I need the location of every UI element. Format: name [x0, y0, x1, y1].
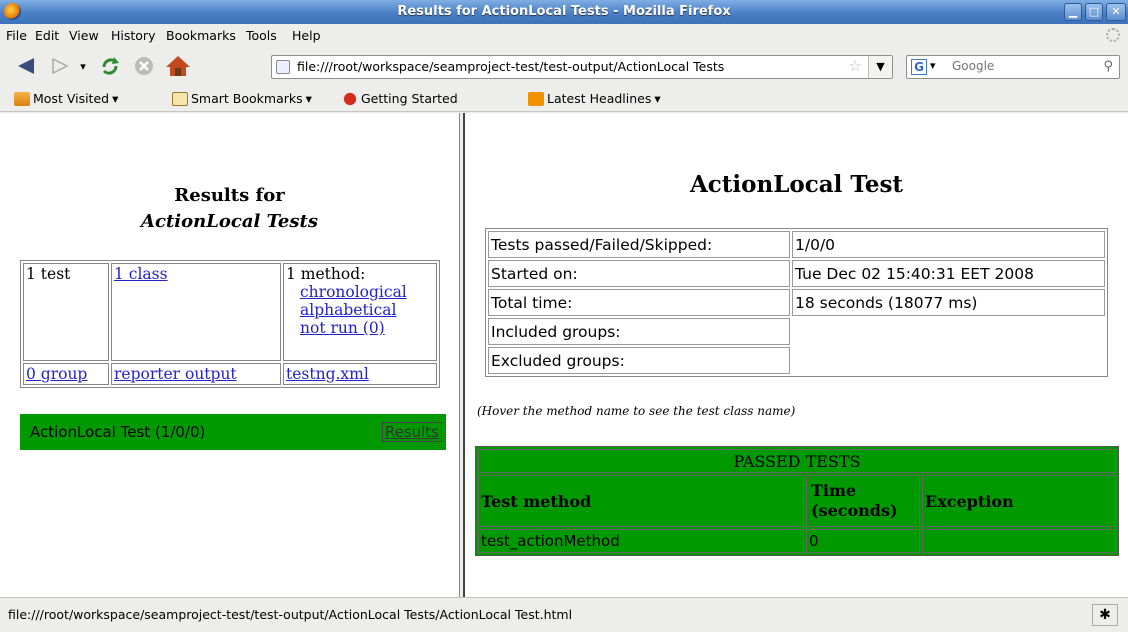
search-magnifier-icon[interactable]: ⚲	[1103, 59, 1113, 74]
groups-link[interactable]: 0 group	[26, 365, 87, 383]
forward-button[interactable]	[46, 53, 72, 79]
test-result-label: ActionLocal Test (1/0/0)	[30, 423, 206, 441]
not-run-link[interactable]: not run (0)	[300, 319, 385, 337]
menu-bar: File Edit View History Bookmarks Tools H…	[0, 24, 1128, 46]
stat-label: Started on:	[488, 260, 790, 287]
stop-icon	[135, 57, 153, 75]
stats-table: Tests passed/Failed/Skipped: 1/0/0 Start…	[485, 228, 1108, 377]
results-heading-line2: ActionLocal Tests	[141, 211, 318, 232]
stat-value: 1/0/0	[792, 231, 1105, 258]
menu-edit[interactable]: Edit	[35, 28, 59, 43]
throbber-icon	[1106, 28, 1120, 42]
menu-tools[interactable]: Tools	[246, 28, 277, 43]
chronological-link[interactable]: chronological	[300, 283, 407, 301]
chevron-down-icon: ▾	[80, 59, 86, 73]
bookmarks-toolbar: Most Visited ▾ Smart Bookmarks ▾ Getting S…	[0, 86, 1128, 112]
testng-xml-link[interactable]: testng.xml	[286, 365, 369, 383]
test-method-cell[interactable]: test_actionMethod	[478, 529, 804, 553]
firefox-bookmark-icon	[342, 91, 358, 106]
rss-icon	[528, 91, 544, 106]
status-text: file:///root/workspace/seamproject-test/…	[8, 607, 573, 622]
table-row: test_actionMethod 0	[478, 529, 1116, 553]
window-titlebar: Results for ActionLocal Tests - Mozilla …	[0, 0, 1128, 24]
passed-tests-caption: PASSED TESTS	[478, 449, 1116, 473]
stat-value	[792, 347, 1105, 374]
stat-label: Tests passed/Failed/Skipped:	[488, 231, 790, 258]
search-engine-icon[interactable]: G	[911, 59, 927, 75]
table-row: Total time: 18 seconds (18077 ms)	[488, 289, 1105, 316]
exception-cell	[922, 529, 1116, 553]
stat-label: Included groups:	[488, 318, 790, 345]
menu-file[interactable]: File	[6, 28, 27, 43]
bookmark-getting-started[interactable]: Getting Started	[342, 91, 458, 106]
table-row: Started on: Tue Dec 02 15:40:31 EET 2008	[488, 260, 1105, 287]
results-heading-line1: Results for	[174, 185, 285, 206]
close-button[interactable]: ✕	[1106, 3, 1126, 21]
col-exception: Exception	[922, 475, 1116, 527]
navigation-toolbar: ▾ file:///root/workspace/seamproject-tes…	[0, 46, 1128, 86]
table-row: Tests passed/Failed/Skipped: 1/0/0	[488, 231, 1105, 258]
maximize-button[interactable]: □	[1085, 3, 1103, 21]
right-frame: ActionLocal Test Tests passed/Failed/Ski…	[465, 113, 1128, 597]
test-heading: ActionLocal Test	[689, 171, 904, 198]
reporter-output-link[interactable]: reporter output	[114, 365, 237, 383]
back-arrow-icon	[18, 58, 34, 74]
url-text[interactable]: file:///root/workspace/seamproject-test/…	[297, 59, 724, 74]
search-bar[interactable]: G ▾ ⚲	[906, 55, 1120, 79]
stat-value: Tue Dec 02 15:40:31 EET 2008	[792, 260, 1105, 287]
bookmark-smart-bookmarks[interactable]: Smart Bookmarks ▾	[172, 91, 312, 106]
tests-count: 1 test	[23, 263, 109, 361]
chevron-down-icon: ▾	[654, 91, 661, 106]
bookmark-most-visited[interactable]: Most Visited ▾	[14, 91, 118, 106]
forward-arrow-icon	[52, 57, 69, 75]
window-title: Results for ActionLocal Tests - Mozilla …	[397, 4, 731, 19]
status-bar: file:///root/workspace/seamproject-test/…	[0, 597, 1128, 632]
stat-label: Excluded groups:	[488, 347, 790, 374]
url-bar[interactable]: file:///root/workspace/seamproject-test/…	[271, 55, 893, 79]
stat-value	[792, 318, 1105, 345]
alphabetical-link[interactable]: alphabetical	[300, 301, 397, 319]
bookmark-star-icon[interactable]: ☆	[849, 57, 862, 75]
folder-icon	[172, 91, 188, 106]
col-time: Time (seconds)	[806, 475, 920, 527]
menu-help[interactable]: Help	[292, 28, 321, 43]
folder-icon	[14, 91, 30, 106]
home-icon	[166, 56, 190, 76]
chevron-down-icon[interactable]: ▾	[930, 59, 936, 72]
reload-icon	[102, 57, 119, 75]
results-link[interactable]: Results	[381, 422, 442, 442]
bug-icon[interactable]: ✱	[1092, 604, 1118, 626]
chevron-down-icon: ▾	[112, 91, 119, 106]
time-cell: 0	[806, 529, 920, 553]
table-row: Excluded groups:	[488, 347, 1105, 374]
summary-table: 1 test 1 class 1 method: chronological a…	[20, 260, 440, 388]
minimize-button[interactable]: ▁	[1064, 3, 1082, 21]
menu-view[interactable]: View	[69, 28, 99, 43]
menu-history[interactable]: History	[111, 28, 155, 43]
search-input[interactable]	[950, 58, 1090, 74]
bookmark-latest-headlines[interactable]: Latest Headlines ▾	[528, 91, 661, 106]
back-button[interactable]	[10, 53, 42, 79]
url-dropdown-button[interactable]: ▼	[868, 56, 892, 78]
menu-bookmarks[interactable]: Bookmarks	[166, 28, 236, 43]
test-result-bar: ActionLocal Test (1/0/0) Results	[20, 414, 446, 450]
page-content: Results for ActionLocal Tests 1 test 1 c…	[0, 113, 1128, 597]
col-test-method: Test method	[478, 475, 804, 527]
table-row: Included groups:	[488, 318, 1105, 345]
home-button[interactable]	[162, 53, 194, 79]
reload-button[interactable]	[96, 53, 124, 79]
methods-count: 1 method:	[286, 265, 366, 283]
hover-note: (Hover the method name to see the test c…	[477, 404, 796, 418]
passed-tests-table: PASSED TESTS Test method Time (seconds) …	[475, 446, 1119, 556]
stop-button[interactable]	[130, 53, 158, 79]
stat-label: Total time:	[488, 289, 790, 316]
classes-link[interactable]: 1 class	[114, 265, 168, 283]
stat-value: 18 seconds (18077 ms)	[792, 289, 1105, 316]
history-dropdown[interactable]: ▾	[74, 53, 92, 79]
left-frame: Results for ActionLocal Tests 1 test 1 c…	[0, 113, 459, 597]
page-icon	[276, 60, 290, 74]
chevron-down-icon: ▾	[305, 91, 312, 106]
